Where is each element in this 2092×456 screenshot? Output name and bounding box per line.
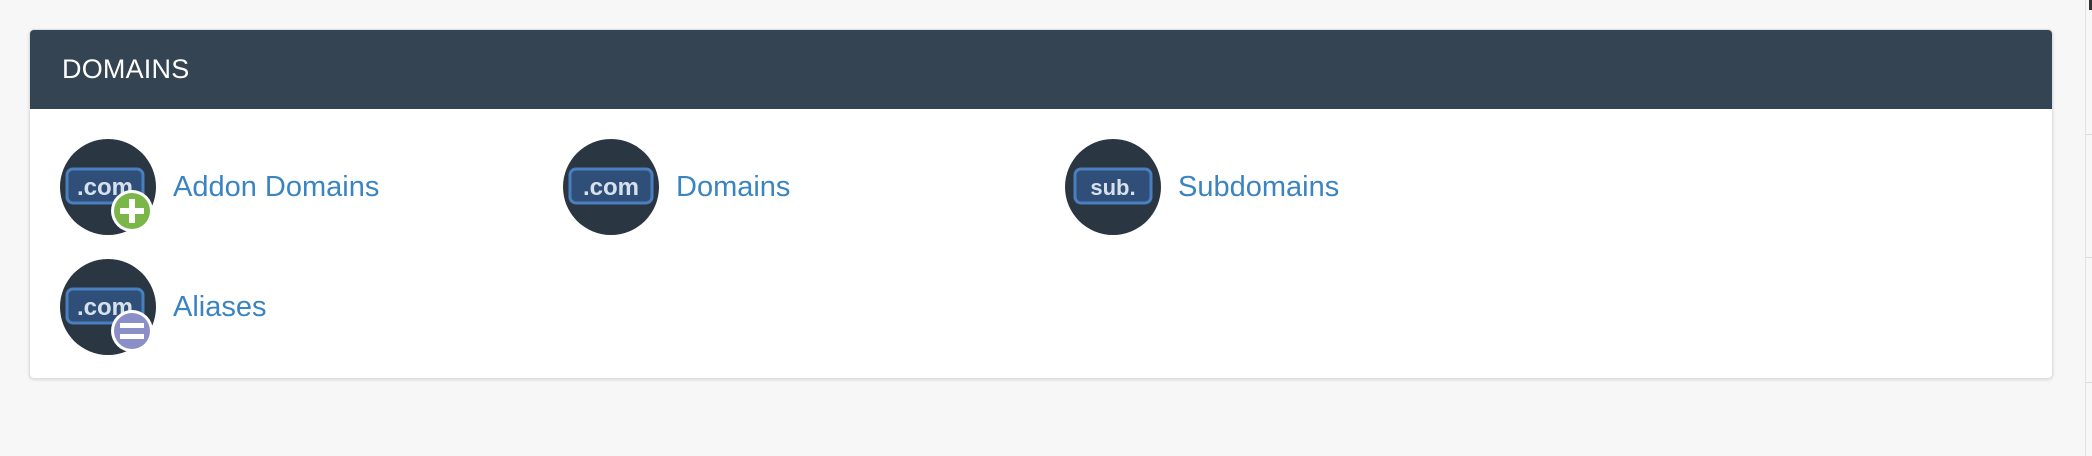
subdomains-label[interactable]: Subdomains <box>1178 171 1339 204</box>
domains-icon[interactable]: .com <box>563 139 659 235</box>
panel-title: DOMAINS <box>62 54 190 84</box>
subdomains-link[interactable]: sub. Subdomains <box>1065 139 1339 235</box>
divider <box>2086 134 2092 135</box>
page: DOMAINS .com Addon Domains .com Domains … <box>0 0 2092 456</box>
aliases-icon[interactable]: .com <box>60 259 156 355</box>
aliases-link[interactable]: .com Aliases <box>60 259 267 355</box>
domains-label[interactable]: Domains <box>676 171 790 204</box>
addon-domains-label[interactable]: Addon Domains <box>173 171 379 204</box>
icon-text: .com <box>583 174 639 201</box>
domains-panel: DOMAINS .com Addon Domains .com Domains … <box>29 29 2053 379</box>
panel-header: DOMAINS <box>30 30 2052 109</box>
divider <box>2086 382 2092 383</box>
domains-link[interactable]: .com Domains <box>563 139 790 235</box>
icon-text: sub. <box>1090 175 1135 200</box>
subdomains-icon[interactable]: sub. <box>1065 139 1161 235</box>
scrollbar-edge <box>2085 0 2092 456</box>
divider <box>2086 257 2092 258</box>
addon-domains-icon[interactable]: .com <box>60 139 156 235</box>
addon-domains-link[interactable]: .com Addon Domains <box>60 139 379 235</box>
panel-body: .com Addon Domains .com Domains sub. Sub… <box>30 109 2052 378</box>
aliases-label[interactable]: Aliases <box>173 291 267 324</box>
